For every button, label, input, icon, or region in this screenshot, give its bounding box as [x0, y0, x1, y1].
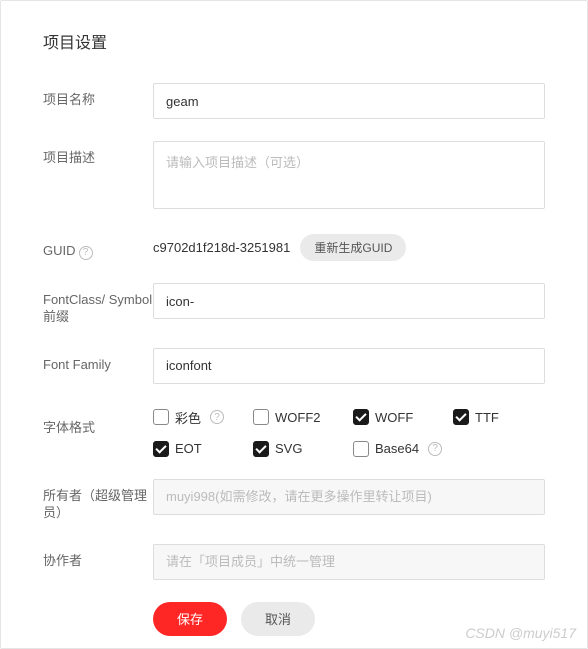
checkbox-label: EOT [175, 441, 202, 456]
label-family: Font Family [43, 348, 153, 374]
label-prefix: FontClass/ Symbol 前缀 [43, 283, 153, 326]
label-guid: GUID? [43, 234, 153, 260]
prefix-input[interactable] [153, 283, 545, 319]
row-guid: GUID? c9702d1f218d-3251981 重新生成GUID [43, 234, 545, 261]
help-icon[interactable]: ? [79, 246, 93, 260]
project-settings-dialog: 项目设置 项目名称 项目描述 GUID? c9702d1f218d-325198… [0, 0, 588, 649]
collab-input [153, 544, 545, 580]
row-formats: 字体格式 彩色? WOFF2 WOFF TTF EOT SVG Base64? [43, 406, 545, 457]
cancel-button[interactable]: 取消 [241, 602, 315, 636]
checkbox-label: 彩色 [175, 408, 201, 427]
row-owner: 所有者（超级管理员） [43, 479, 545, 522]
dialog-title: 项目设置 [43, 29, 545, 53]
label-owner: 所有者（超级管理员） [43, 479, 153, 522]
guid-value: c9702d1f218d-3251981 [153, 240, 290, 255]
checkbox-icon [353, 409, 369, 425]
row-desc: 项目描述 [43, 141, 545, 212]
checkbox-icon [253, 409, 269, 425]
checkbox-label: WOFF [375, 410, 413, 425]
row-family: Font Family [43, 348, 545, 384]
formats-grid: 彩色? WOFF2 WOFF TTF EOT SVG Base64? [153, 406, 545, 457]
checkbox-label: WOFF2 [275, 410, 321, 425]
label-desc: 项目描述 [43, 141, 153, 167]
format-checkbox-eot[interactable]: EOT [153, 441, 245, 457]
format-checkbox-base64[interactable]: Base64? [353, 441, 445, 457]
row-collab: 协作者 [43, 544, 545, 580]
family-input[interactable] [153, 348, 545, 384]
checkbox-label: TTF [475, 410, 499, 425]
save-button[interactable]: 保存 [153, 602, 227, 636]
dialog-actions: 保存 取消 [153, 602, 545, 636]
checkbox-icon [153, 441, 169, 457]
checkbox-icon [353, 441, 369, 457]
name-input[interactable] [153, 83, 545, 119]
format-checkbox-woff[interactable]: WOFF [353, 408, 445, 427]
label-collab: 协作者 [43, 544, 153, 570]
help-icon[interactable]: ? [210, 410, 224, 424]
desc-textarea[interactable] [153, 141, 545, 209]
row-name: 项目名称 [43, 83, 545, 119]
row-prefix: FontClass/ Symbol 前缀 [43, 283, 545, 326]
checkbox-icon [153, 409, 169, 425]
checkbox-icon [453, 409, 469, 425]
format-checkbox-woff2[interactable]: WOFF2 [253, 408, 345, 427]
regen-guid-button[interactable]: 重新生成GUID [300, 234, 406, 261]
format-checkbox-svg[interactable]: SVG [253, 441, 345, 457]
checkbox-icon [253, 441, 269, 457]
label-formats: 字体格式 [43, 406, 153, 437]
help-icon[interactable]: ? [428, 442, 442, 456]
label-name: 项目名称 [43, 83, 153, 109]
owner-input [153, 479, 545, 515]
format-checkbox-彩色[interactable]: 彩色? [153, 408, 245, 427]
format-checkbox-ttf[interactable]: TTF [453, 408, 545, 427]
checkbox-label: SVG [275, 441, 302, 456]
checkbox-label: Base64 [375, 441, 419, 456]
